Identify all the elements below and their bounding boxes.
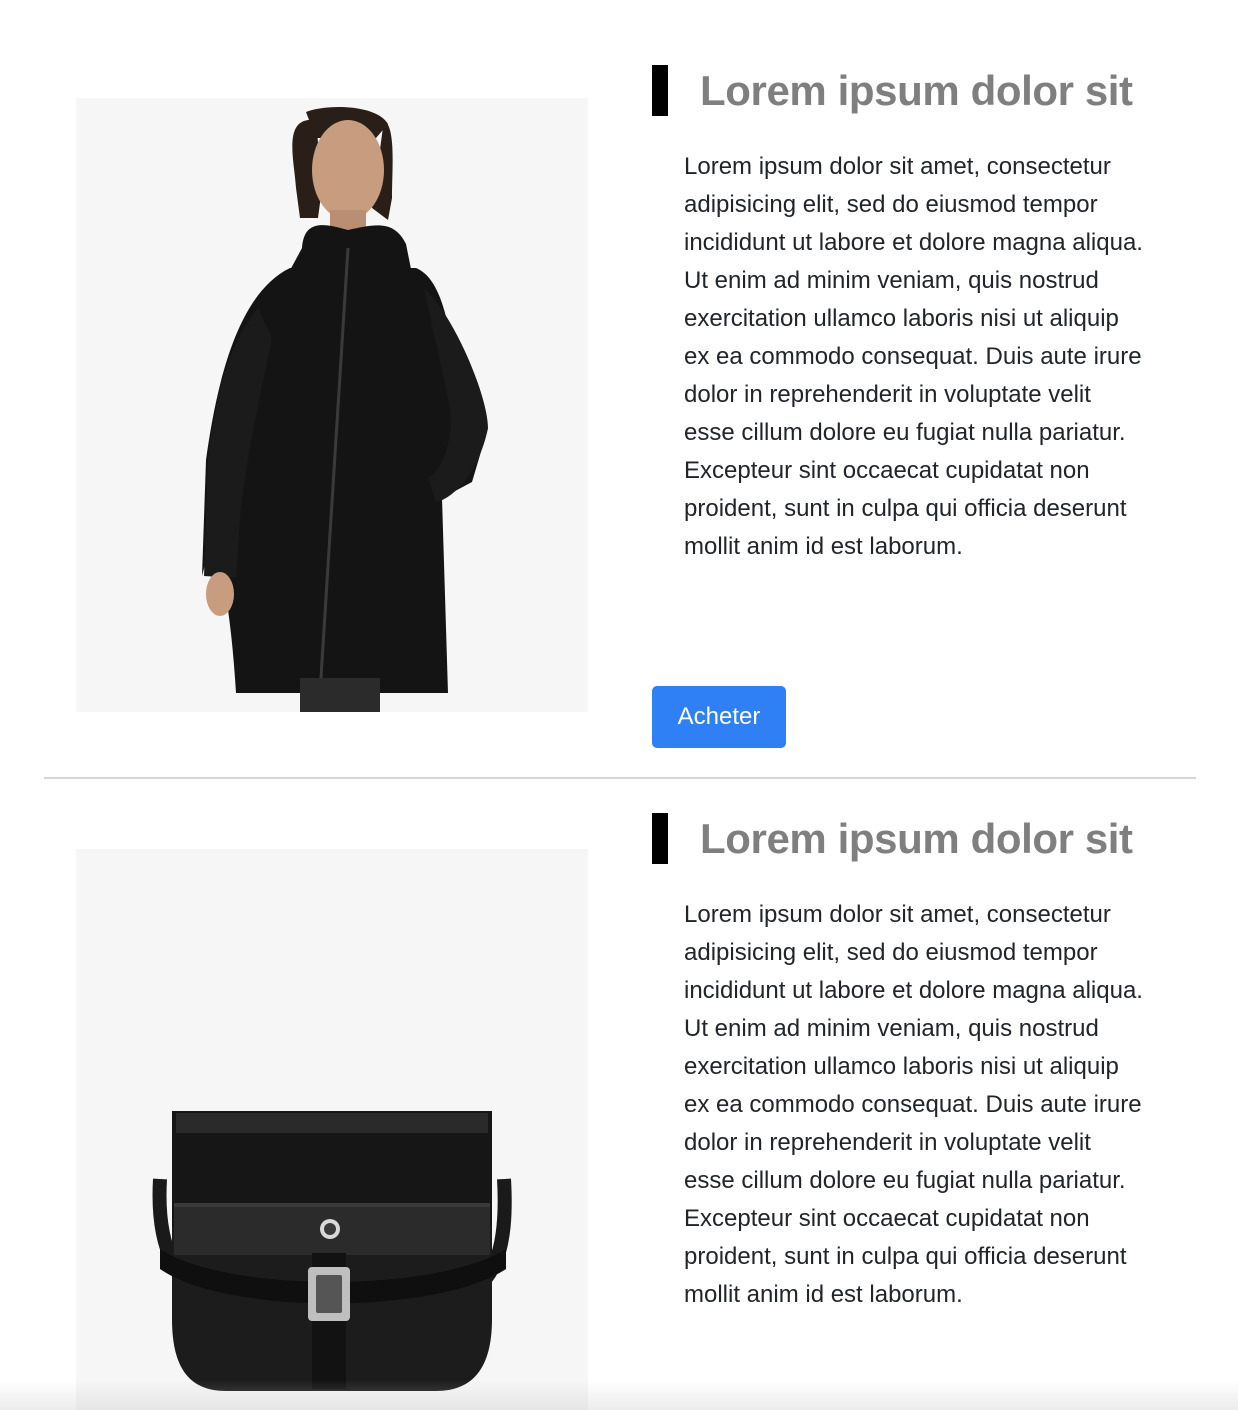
title-accent-bar <box>652 65 668 116</box>
product-description: Lorem ipsum dolor sit amet, consectetur … <box>684 901 1143 1308</box>
product-description: Lorem ipsum dolor sit amet, consectetur … <box>684 153 1143 560</box>
product-title: Lorem ipsum dolor sit <box>700 815 1133 862</box>
buy-button[interactable]: Acheter <box>652 686 786 748</box>
product-image-coat <box>76 98 588 712</box>
woman-black-raincoat-photo <box>202 107 488 712</box>
product-card: Lorem ipsum dolor sit Lorem ipsum dolor … <box>0 779 1238 1410</box>
black-crossbody-bag-photo <box>152 1111 512 1391</box>
product-title: Lorem ipsum dolor sit <box>700 67 1133 114</box>
title-accent-bar <box>652 813 668 864</box>
product-image-bag <box>76 849 588 1410</box>
product-card: Lorem ipsum dolor sit Lorem ipsum dolor … <box>0 0 1238 778</box>
